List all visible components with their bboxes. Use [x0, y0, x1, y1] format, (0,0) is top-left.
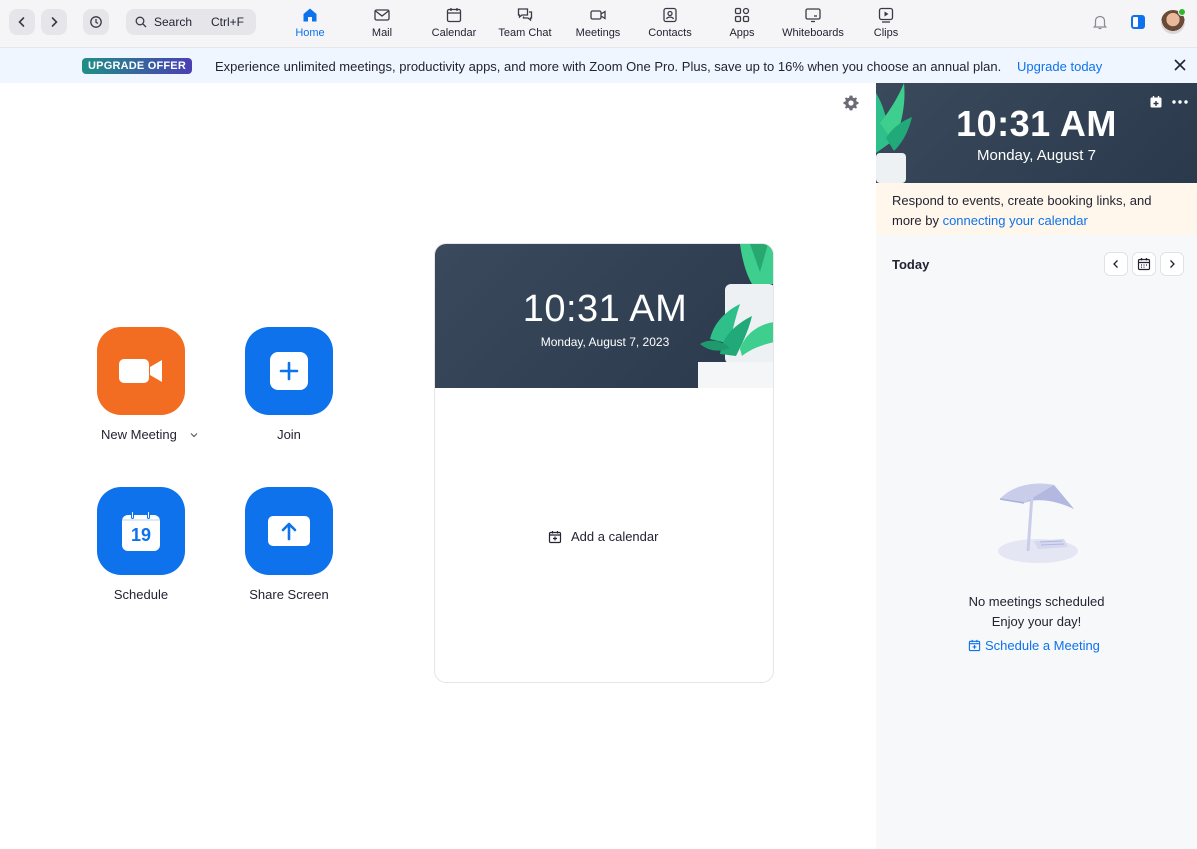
side-panel-toggle-icon[interactable]: [1129, 13, 1147, 31]
back-button[interactable]: [9, 9, 35, 35]
card-clock-date: Monday, August 7, 2023: [540, 335, 670, 349]
tab-calendar[interactable]: Calendar: [428, 6, 480, 42]
share-screen-button[interactable]: [245, 487, 333, 575]
tab-apps[interactable]: Apps: [726, 6, 758, 42]
calendar-card: 10:31 AM Monday, August 7, 2023 Add a ca…: [434, 243, 774, 683]
connect-calendar-link[interactable]: connecting your calendar: [943, 213, 1088, 228]
share-arrow-icon: [268, 516, 310, 546]
forward-button[interactable]: [41, 9, 67, 35]
schedule-button[interactable]: 19: [97, 487, 185, 575]
tab-team-chat[interactable]: Team Chat: [496, 6, 554, 42]
tab-label: Contacts: [648, 27, 692, 39]
add-calendar-label: Add a calendar: [571, 529, 659, 544]
tab-label: Meetings: [575, 27, 621, 39]
tab-label: Clips: [873, 27, 899, 39]
tab-mail[interactable]: Mail: [366, 6, 398, 42]
search-icon: [135, 16, 147, 28]
tab-label: Whiteboards: [782, 27, 844, 39]
clips-icon: [878, 7, 894, 23]
video-camera-icon: [119, 359, 162, 383]
tab-whiteboards[interactable]: Whiteboards: [778, 6, 848, 42]
notification-bell-icon[interactable]: [1091, 13, 1109, 31]
chevron-left-icon: [1113, 260, 1118, 268]
search-label: Search: [154, 15, 193, 29]
tab-label: Mail: [371, 27, 393, 39]
join-button[interactable]: [245, 327, 333, 415]
connect-calendar-notice: Respond to events, create booking links,…: [876, 183, 1197, 235]
side-panel-clock-date: Monday, August 7: [977, 147, 1096, 164]
chevron-right-icon: [1170, 260, 1175, 268]
beach-umbrella-icon: [998, 483, 1078, 563]
new-meeting-label: New Meeting: [101, 427, 177, 442]
schedule-meeting-label: Schedule a Meeting: [985, 638, 1100, 653]
history-icon: [90, 16, 102, 28]
contacts-icon: [663, 7, 677, 23]
settings-gear-icon[interactable]: [842, 94, 860, 112]
calendar-day-number: 19: [130, 525, 152, 545]
card-clock-time: 10:31 AM: [522, 288, 688, 330]
add-calendar-button[interactable]: Add a calendar: [548, 529, 658, 544]
chat-icon: [517, 8, 533, 22]
mail-icon: [374, 9, 390, 21]
tab-clips[interactable]: Clips: [870, 6, 902, 42]
tab-label: Team Chat: [498, 27, 552, 39]
chevron-right-icon: [51, 17, 58, 27]
calendar-picker-button[interactable]: [1132, 252, 1156, 276]
plus-icon: [270, 352, 308, 390]
side-panel-clock-header: 10:31 AM Monday, August 7: [876, 83, 1197, 183]
calendar-icon: [1137, 258, 1151, 271]
empty-state-subtitle: Enjoy your day!: [991, 614, 1082, 629]
chevron-left-icon: [18, 17, 25, 27]
right-side-panel: 10:31 AM Monday, August 7 Respond to eve…: [876, 83, 1197, 849]
upgrade-banner-text: Experience unlimited meetings, productiv…: [215, 59, 1002, 74]
tab-home[interactable]: Home: [292, 6, 328, 42]
side-panel-clock-time: 10:31 AM: [956, 103, 1117, 144]
new-meeting-button[interactable]: [97, 327, 185, 415]
tab-label: Calendar: [431, 27, 477, 39]
history-button[interactable]: [83, 9, 109, 35]
search-shortcut: Ctrl+F: [211, 15, 244, 29]
search-box[interactable]: Search Ctrl+F: [126, 9, 256, 35]
upgrade-today-link[interactable]: Upgrade today: [1017, 59, 1102, 74]
calendar-icon: [446, 8, 462, 23]
tab-contacts[interactable]: Contacts: [645, 6, 695, 42]
today-heading: Today: [892, 257, 930, 272]
previous-day-button[interactable]: [1104, 252, 1128, 276]
tab-label: Home: [295, 27, 325, 39]
schedule-label: Schedule: [113, 587, 169, 602]
calendar-add-icon: [968, 639, 981, 652]
calendar-card-header: 10:31 AM Monday, August 7, 2023: [435, 244, 773, 388]
online-status-dot: [1178, 8, 1186, 16]
calendar-add-icon: [548, 530, 562, 543]
chevron-down-icon[interactable]: [189, 431, 199, 439]
join-label: Join: [277, 427, 301, 442]
video-icon: [590, 10, 606, 20]
apps-icon: [734, 7, 750, 23]
schedule-meeting-link[interactable]: Schedule a Meeting: [968, 638, 1100, 653]
upgrade-offer-badge: UPGRADE OFFER: [82, 58, 192, 74]
tab-label: Apps: [729, 27, 755, 39]
top-navigation-bar: Search Ctrl+F Home Mail Calendar Team Ch…: [0, 0, 1197, 48]
home-icon: [303, 8, 317, 22]
empty-state-title: No meetings scheduled: [968, 594, 1105, 609]
share-screen-label: Share Screen: [249, 587, 329, 602]
close-icon[interactable]: [1172, 57, 1188, 73]
tab-meetings[interactable]: Meetings: [572, 6, 624, 42]
next-day-button[interactable]: [1160, 252, 1184, 276]
calendar-day-icon: 19: [122, 511, 160, 551]
whiteboard-icon: [805, 8, 821, 23]
